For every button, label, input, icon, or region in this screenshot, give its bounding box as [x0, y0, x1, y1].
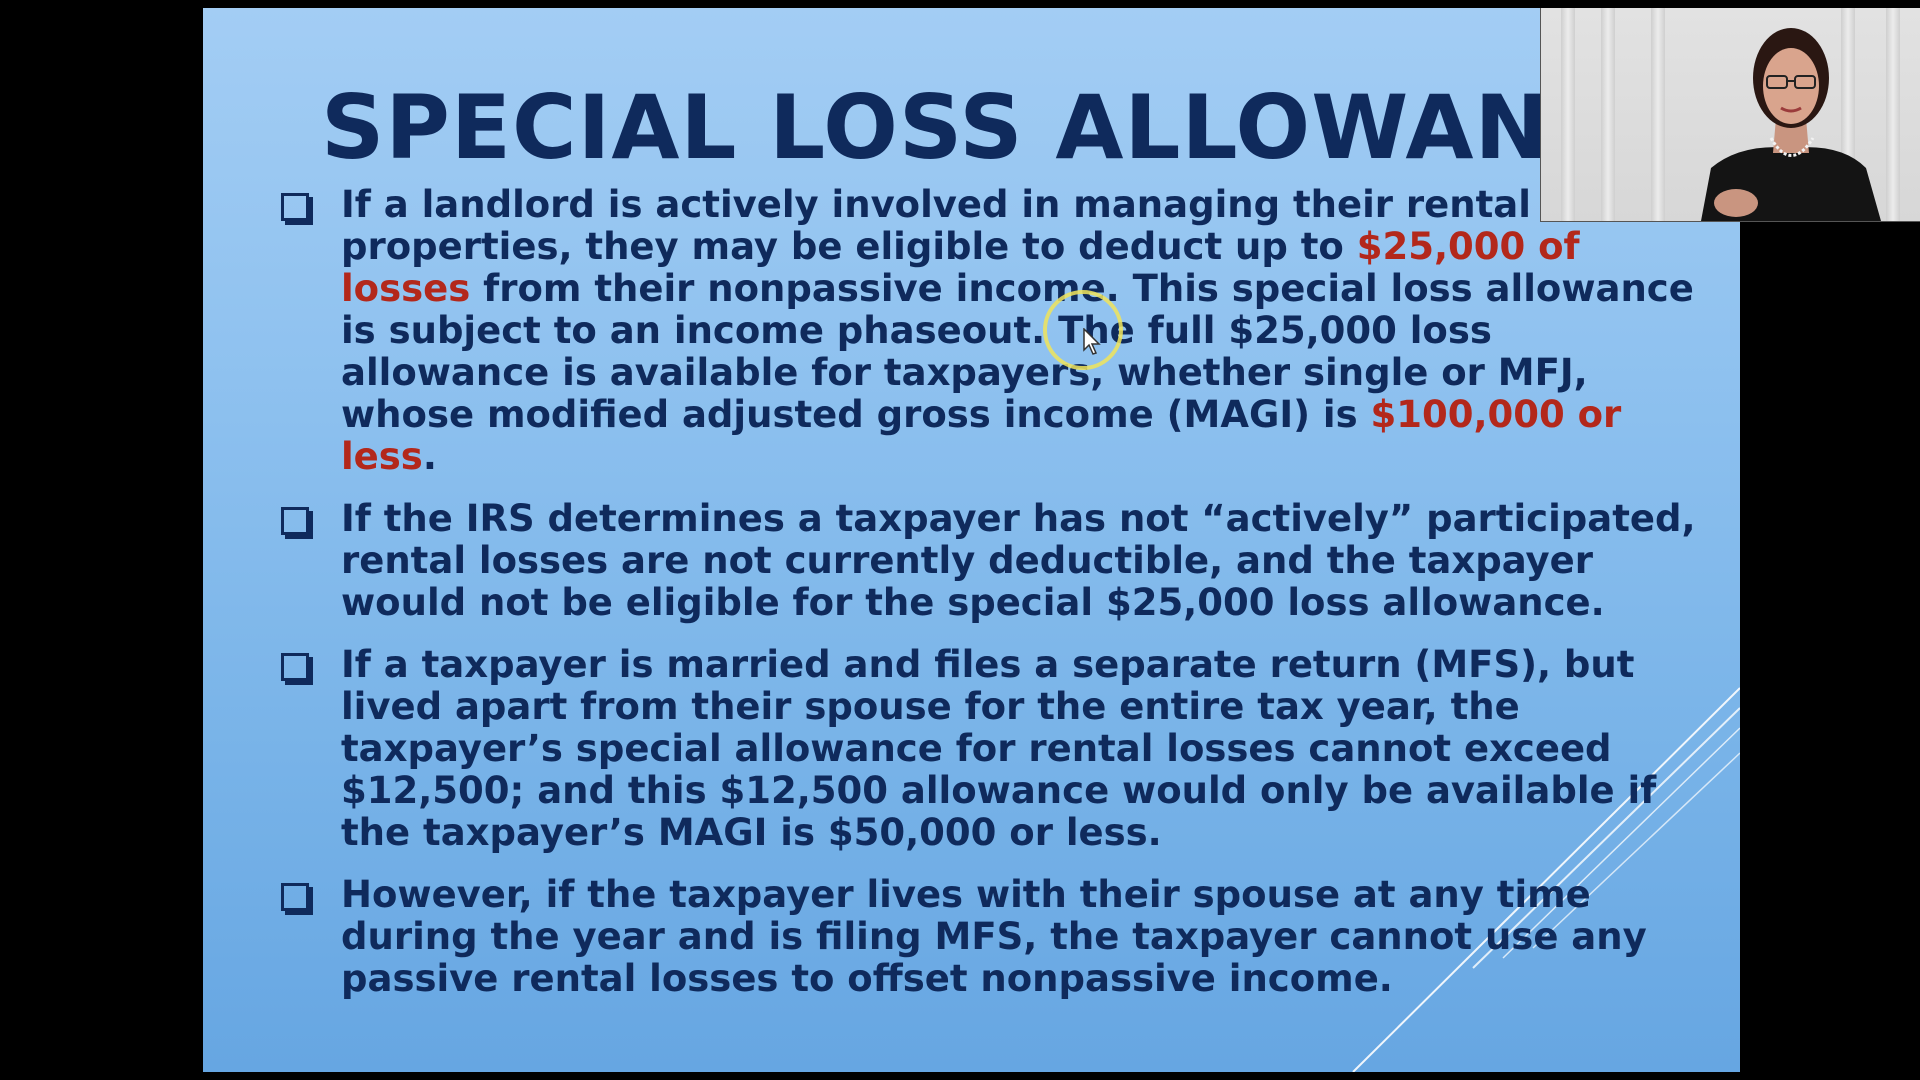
- slide-title: SPECIAL LOSS ALLOWANC: [321, 76, 1615, 179]
- bullet-item-3: If a taxpayer is married and files a sep…: [273, 644, 1713, 854]
- bullet-item-1: If a landlord is actively involved in ma…: [273, 184, 1713, 478]
- checkbox-square-icon: [281, 507, 309, 535]
- bullet-list: If a landlord is actively involved in ma…: [273, 184, 1713, 1020]
- checkbox-square-icon: [281, 653, 309, 681]
- checkbox-square-icon: [281, 883, 309, 911]
- video-frame: SPECIAL LOSS ALLOWANC If a landlord is a…: [0, 0, 1920, 1080]
- mouse-pointer-icon: [1083, 328, 1101, 355]
- presenter-webcam: [1540, 8, 1920, 222]
- bullet-text-2: If the IRS determines a taxpayer has not…: [341, 497, 1696, 624]
- checkbox-square-icon: [281, 193, 309, 221]
- bullet-text-3: If a taxpayer is married and files a sep…: [341, 643, 1657, 854]
- presenter-image: [1701, 28, 1881, 221]
- bullet-text-1c: .: [422, 435, 437, 478]
- bullet-item-4: However, if the taxpayer lives with thei…: [273, 874, 1713, 1000]
- bullet-item-2: If the IRS determines a taxpayer has not…: [273, 498, 1713, 624]
- bullet-text-4: However, if the taxpayer lives with thei…: [341, 873, 1647, 1000]
- curtain-fold: [1601, 8, 1615, 221]
- bullet-text-1a: If a landlord is actively involved in ma…: [341, 183, 1531, 268]
- presentation-slide: SPECIAL LOSS ALLOWANC If a landlord is a…: [203, 8, 1740, 1072]
- curtain-fold: [1561, 8, 1575, 221]
